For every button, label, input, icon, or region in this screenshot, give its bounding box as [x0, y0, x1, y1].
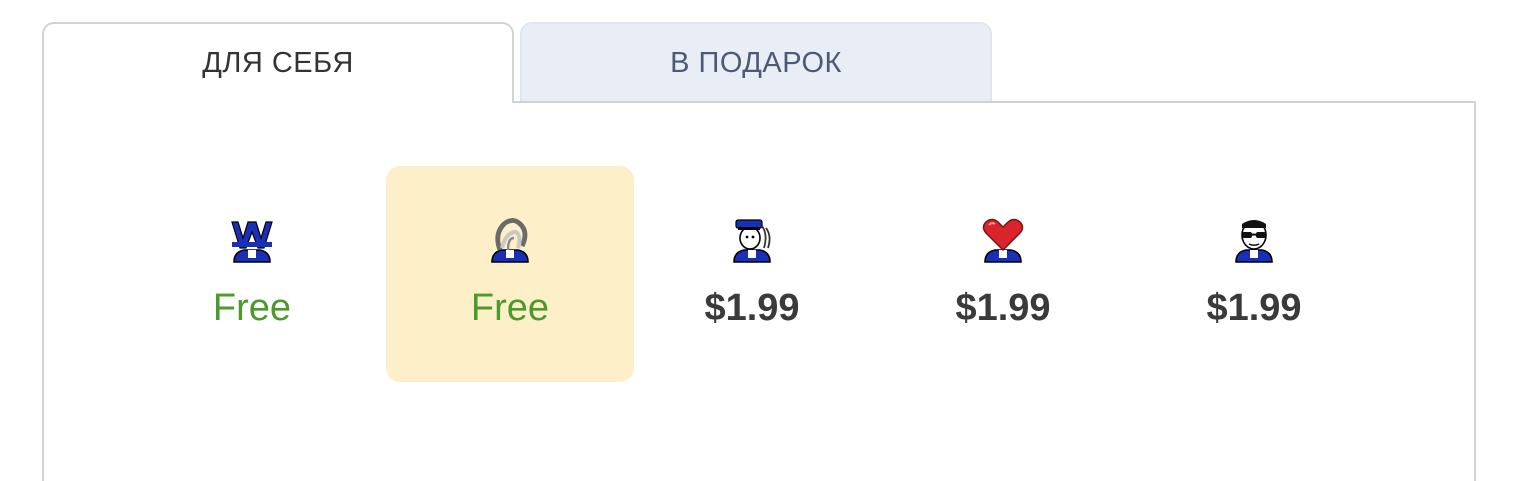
heart-user-icon: [982, 218, 1024, 263]
status-item-hair[interactable]: Free: [386, 166, 634, 382]
item-price: Free: [470, 287, 550, 329]
letter-w-user-icon: [231, 221, 273, 263]
item-price: $1.99: [955, 287, 1051, 329]
status-item-heart[interactable]: $1.99: [879, 166, 1127, 382]
gift-status-picker: ДЛЯ СЕБЯ В ПОДАРОК Free Free $1.99 $1.99…: [0, 0, 1540, 481]
hair-user-icon: [491, 218, 529, 263]
status-item-sunglasses[interactable]: $1.99: [1130, 166, 1378, 382]
sunglasses-user-icon: [1235, 220, 1273, 263]
tab-as-gift[interactable]: В ПОДАРОК: [520, 22, 992, 102]
status-item-w[interactable]: Free: [128, 166, 376, 382]
status-item-police[interactable]: $1.99: [628, 166, 876, 382]
tab-as-gift-label: В ПОДАРОК: [670, 46, 842, 79]
item-price: $1.99: [704, 287, 800, 329]
item-price: Free: [212, 287, 292, 329]
tab-for-self[interactable]: ДЛЯ СЕБЯ: [42, 22, 514, 103]
tab-for-self-label: ДЛЯ СЕБЯ: [202, 47, 354, 79]
item-price: $1.99: [1206, 287, 1302, 329]
police-officer-user-icon: [733, 219, 771, 263]
